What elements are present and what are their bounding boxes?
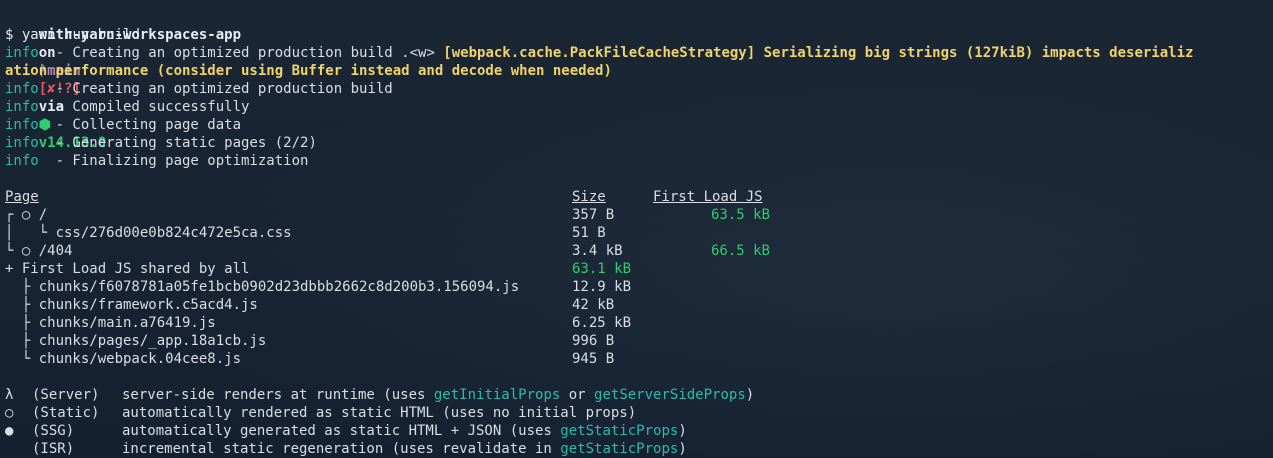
log-line: info - Generating static pages (2/2) (5, 134, 1273, 152)
legend-desc: automatically rendered as static HTML (u… (122, 405, 637, 421)
log-text: - Finalizing page optimization (38, 153, 309, 169)
route-path: └ chunks/webpack.04cee8.js (5, 351, 242, 367)
legend-desc: automatically generated as static HTML +… (122, 423, 561, 439)
legend-line: λ (Server) server-side renders at runtime … (5, 386, 1273, 404)
route-size: 51 B (572, 225, 606, 241)
route-path: ┌ ○ / (5, 207, 48, 223)
shell-prompt: with-yarn-workspaces-app on ᚹmain [✘!?] … (5, 8, 1273, 151)
route-path: ├ chunks/f6078781a05fe1bcb0902d23dbbb266… (5, 279, 520, 295)
table-row: + First Load JS shared by all 63.1 kB (5, 260, 1273, 278)
header-first-load: First Load JS (653, 189, 763, 205)
command-text: yarn run build (21, 27, 140, 43)
legend-desc: ) (745, 387, 755, 403)
log-tag: info (5, 135, 39, 151)
route-path: + First Load JS shared by all (5, 261, 250, 277)
legend-desc: ) (678, 423, 687, 439)
legend-desc: incremental static regeneration (uses re… (122, 441, 561, 457)
legend-line: ● (SSG) automatically generated as static … (5, 422, 1273, 440)
legend-symbol: ○ (5, 405, 14, 421)
header-size: Size (572, 189, 606, 205)
log-text: - Creating an optimized production build… (38, 45, 444, 61)
table-header: Page Size First Load JS (5, 188, 1273, 206)
legend-line: ○ (Static) automatically rendered as stati… (5, 404, 1273, 422)
log-tag: info (5, 81, 39, 97)
route-first-load: 66.5 kB (710, 243, 770, 259)
legend: λ (Server) server-side renders at runtime … (5, 386, 1273, 458)
route-size: 12.9 kB (572, 279, 632, 295)
route-size: 996 B (572, 333, 615, 349)
log-tag: info (5, 99, 39, 115)
log-warning: [webpack.cache.PackFileCacheStrategy] Se… (443, 45, 1194, 61)
legend-kind: (Server) (32, 387, 100, 403)
legend-symbol: ● (5, 423, 14, 439)
legend-highlight: getInitialProps (433, 387, 561, 403)
log-tag: info (5, 117, 39, 133)
log-line: ation performance (consider using Buffer… (5, 62, 1273, 80)
legend-kind: (Static) (32, 405, 100, 421)
legend-highlight: getStaticProps (560, 423, 679, 439)
legend-kind: (ISR) (32, 441, 75, 457)
route-path: ├ chunks/pages/_app.18a1cb.js (5, 333, 267, 349)
log-text: - Collecting page data (38, 117, 242, 133)
table-row: ├ chunks/framework.c5acd4.js 42 kB (5, 296, 1273, 314)
legend-line: (ISR) incremental static regeneration (us… (5, 440, 1273, 458)
route-size: 42 kB (572, 297, 615, 313)
table-row: └ chunks/webpack.04cee8.js 945 B (5, 350, 1273, 368)
log-text: - Creating an optimized production build (38, 81, 393, 97)
dollar-sign: $ (5, 27, 14, 43)
table-row: ┌ ○ / 357 B 63.5 kB (5, 206, 1273, 224)
legend-symbol: λ (5, 387, 14, 403)
build-log: info - Creating an optimized production … (5, 44, 1273, 170)
route-size: 63.1 kB (572, 261, 632, 277)
log-tag: info (5, 45, 39, 61)
legend-highlight: getServerSideProps (594, 387, 746, 403)
log-line: info - Creating an optimized production … (5, 80, 1273, 98)
log-warning: ation performance (consider using Buffer… (5, 63, 612, 79)
terminal-output[interactable]: with-yarn-workspaces-app on ᚹmain [✘!?] … (5, 8, 1273, 458)
legend-desc: ) (678, 441, 687, 457)
route-path: ├ chunks/framework.c5acd4.js (5, 297, 258, 313)
legend-highlight: getStaticProps (560, 441, 679, 457)
header-page: Page (5, 189, 39, 205)
table-row: ├ chunks/pages/_app.18a1cb.js 996 B (5, 332, 1273, 350)
log-text: - Generating static pages (2/2) (38, 135, 317, 151)
legend-desc: server-side renders at runtime (uses (122, 387, 434, 403)
legend-desc: or (560, 387, 595, 403)
table-row: └ ○ /404 3.4 kB 66.5 kB (5, 242, 1273, 260)
route-size: 357 B (572, 207, 615, 223)
legend-symbol (5, 440, 32, 458)
route-size: 945 B (572, 351, 615, 367)
route-size: 3.4 kB (572, 243, 623, 259)
legend-kind: (SSG) (32, 423, 75, 439)
route-path: └ ○ /404 (5, 243, 73, 259)
log-line: info - Compiled successfully (5, 98, 1273, 116)
log-text: - Compiled successfully (38, 99, 250, 115)
log-line: info - Creating an optimized production … (5, 44, 1273, 62)
route-path: │ └ css/276d00e0b824c472e5ca.css (5, 225, 292, 241)
route-path: ├ chunks/main.a76419.js (5, 315, 216, 331)
table-row: ├ chunks/f6078781a05fe1bcb0902d23dbbb266… (5, 278, 1273, 296)
log-line: info - Collecting page data (5, 116, 1273, 134)
table-row: │ └ css/276d00e0b824c472e5ca.css 51 B (5, 224, 1273, 242)
log-tag: info (5, 153, 39, 169)
log-line: info - Finalizing page optimization (5, 152, 1273, 170)
route-first-load: 63.5 kB (710, 207, 770, 223)
route-size: 6.25 kB (572, 315, 632, 331)
route-table: ┌ ○ /357 B 63.5 kB │ └ css/276d00e0b824c47… (5, 206, 1273, 368)
table-row: ├ chunks/main.a76419.js 6.25 kB (5, 314, 1273, 332)
